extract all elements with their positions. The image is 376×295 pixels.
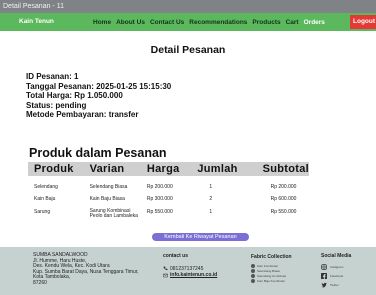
cell-harga: Rp 550.000 bbox=[146, 209, 173, 215]
fabric-thumbnail-icon bbox=[251, 278, 255, 283]
fabric-title: Fabric Collection bbox=[251, 254, 292, 260]
table-row: Sarung Sarung Kombinasi Peolo dan Lambal… bbox=[28, 207, 309, 227]
cell-produk: Kain Baju bbox=[34, 196, 56, 202]
footer-fabric-collection: Fabric Collection Kain Kombinasi Selenda… bbox=[251, 254, 292, 283]
order-status: Status: pending bbox=[26, 100, 87, 110]
products-table: Produk Varian Harga Jumlah Subtotal Sele… bbox=[28, 162, 309, 227]
fabric-thumbnail-icon bbox=[251, 268, 255, 273]
cell-subtotal: Rp 600.000 bbox=[270, 196, 297, 202]
col-subtotal: Subtotal bbox=[256, 162, 309, 176]
products-section-title: Produk dalam Pesanan bbox=[29, 146, 167, 160]
brand-logo[interactable]: Kain Tenun bbox=[19, 18, 54, 25]
email-link[interactable]: info.kaintenun.co.id bbox=[170, 272, 217, 279]
footer-social-media: Social Media Instagram Facebook Twitter bbox=[321, 253, 351, 289]
social-label: Instagram bbox=[330, 264, 344, 269]
social-instagram[interactable]: Instagram bbox=[321, 262, 351, 271]
cell-jumlah: 1 bbox=[209, 209, 213, 215]
fabric-item-label: Kain Kombinasi bbox=[257, 263, 278, 268]
nav-orders[interactable]: Orders bbox=[304, 19, 325, 26]
facebook-icon bbox=[321, 272, 327, 279]
nav-cart[interactable]: Cart bbox=[286, 19, 299, 26]
social-label: Twitter bbox=[330, 282, 339, 287]
cell-produk: Selendang bbox=[34, 184, 58, 190]
instagram-icon bbox=[321, 263, 327, 270]
cell-varian: Sarung Kombinasi Peolo dan Lambaleka bbox=[89, 208, 138, 220]
fabric-item-label: Selendang Kombinasi bbox=[257, 273, 287, 278]
order-payment-method: Metode Pembayaran: transfer bbox=[26, 110, 139, 120]
email-icon bbox=[163, 273, 168, 277]
col-produk: Produk bbox=[28, 162, 84, 176]
window-title-bar: Detail Pesanan - 11 bbox=[0, 0, 376, 13]
nav-home[interactable]: Home bbox=[93, 19, 111, 26]
table-header-row: Produk Varian Harga Jumlah Subtotal bbox=[28, 162, 309, 176]
twitter-icon bbox=[321, 282, 327, 287]
social-label: Facebook bbox=[330, 273, 344, 278]
col-varian: Varian bbox=[83, 162, 141, 176]
table-row: Kain Baju Kain Baju Biasa Rp 300.000 2 R… bbox=[28, 195, 309, 207]
fabric-item-label: Selendang Biasa bbox=[257, 268, 280, 273]
order-total: Total Harga: Rp 1.050.000 bbox=[26, 91, 123, 101]
fabric-item[interactable]: Selendang Kombinasi bbox=[251, 273, 292, 278]
cell-harga: Rp 200.000 bbox=[146, 184, 173, 190]
table-row: Selendang Selendang Biasa Rp 200.000 1 R… bbox=[28, 176, 309, 195]
fabric-thumbnail-icon bbox=[251, 273, 255, 278]
cell-subtotal: Rp 550.000 bbox=[270, 209, 297, 215]
footer-contact: contact us 081237137245 info.kaintenun.c… bbox=[163, 253, 217, 279]
cell-harga: Rp 300.000 bbox=[146, 196, 173, 202]
footer: SUMBA SANDALWOOD Jl. Humme, Haru Huste, … bbox=[0, 247, 376, 295]
cell-subtotal: Rp 200.000 bbox=[270, 184, 297, 190]
col-jumlah: Jumlah bbox=[191, 162, 257, 176]
nav-contact-us[interactable]: Contact Us bbox=[150, 19, 184, 26]
top-navbar: Kain Tenun Home About Us Contact Us Reco… bbox=[0, 13, 376, 31]
fabric-thumbnail-icon bbox=[251, 263, 255, 268]
fabric-item-label: Kain Baju Kombinasi bbox=[257, 278, 285, 283]
page-title: Detail Pesanan bbox=[150, 44, 226, 56]
fabric-item[interactable]: Kain Baju Kombinasi bbox=[251, 278, 292, 283]
order-info: ID Pesanan: 1 Tanggal Pesanan: 2025-01-2… bbox=[26, 72, 171, 120]
nav-recommendations[interactable]: Recommendations bbox=[189, 19, 247, 26]
cell-produk: Sarung bbox=[34, 209, 51, 215]
social-title: Social Media bbox=[321, 253, 352, 259]
nav-about-us[interactable]: About Us bbox=[116, 19, 145, 26]
col-harga: Harga bbox=[140, 162, 192, 176]
address-line: 87260 bbox=[33, 279, 47, 286]
cell-varian: Selendang Biasa bbox=[89, 184, 128, 190]
cell-jumlah: 2 bbox=[209, 196, 213, 202]
cell-varian: Kain Baju Biasa bbox=[89, 196, 125, 202]
nav-products[interactable]: Products bbox=[252, 19, 280, 26]
window-title: Detail Pesanan - 11 bbox=[3, 3, 64, 10]
contact-email: info.kaintenun.co.id bbox=[163, 272, 217, 279]
cell-jumlah: 1 bbox=[209, 184, 213, 190]
social-twitter[interactable]: Twitter bbox=[321, 280, 351, 289]
nav-links: Home About Us Contact Us Recommendations… bbox=[93, 13, 330, 31]
social-facebook[interactable]: Facebook bbox=[321, 271, 351, 280]
order-id: ID Pesanan: 1 bbox=[26, 72, 79, 81]
back-to-order-history-button[interactable]: Kembali Ke Riwayat Pesanan bbox=[152, 233, 249, 241]
logout-button[interactable]: Logout bbox=[350, 15, 376, 29]
order-date: Tanggal Pesanan: 2025-01-25 15:15:30 bbox=[26, 81, 172, 91]
contact-title: contact us bbox=[163, 253, 189, 259]
phone-icon bbox=[163, 266, 168, 271]
footer-address: SUMBA SANDALWOOD Jl. Humme, Haru Huste, … bbox=[33, 252, 143, 287]
